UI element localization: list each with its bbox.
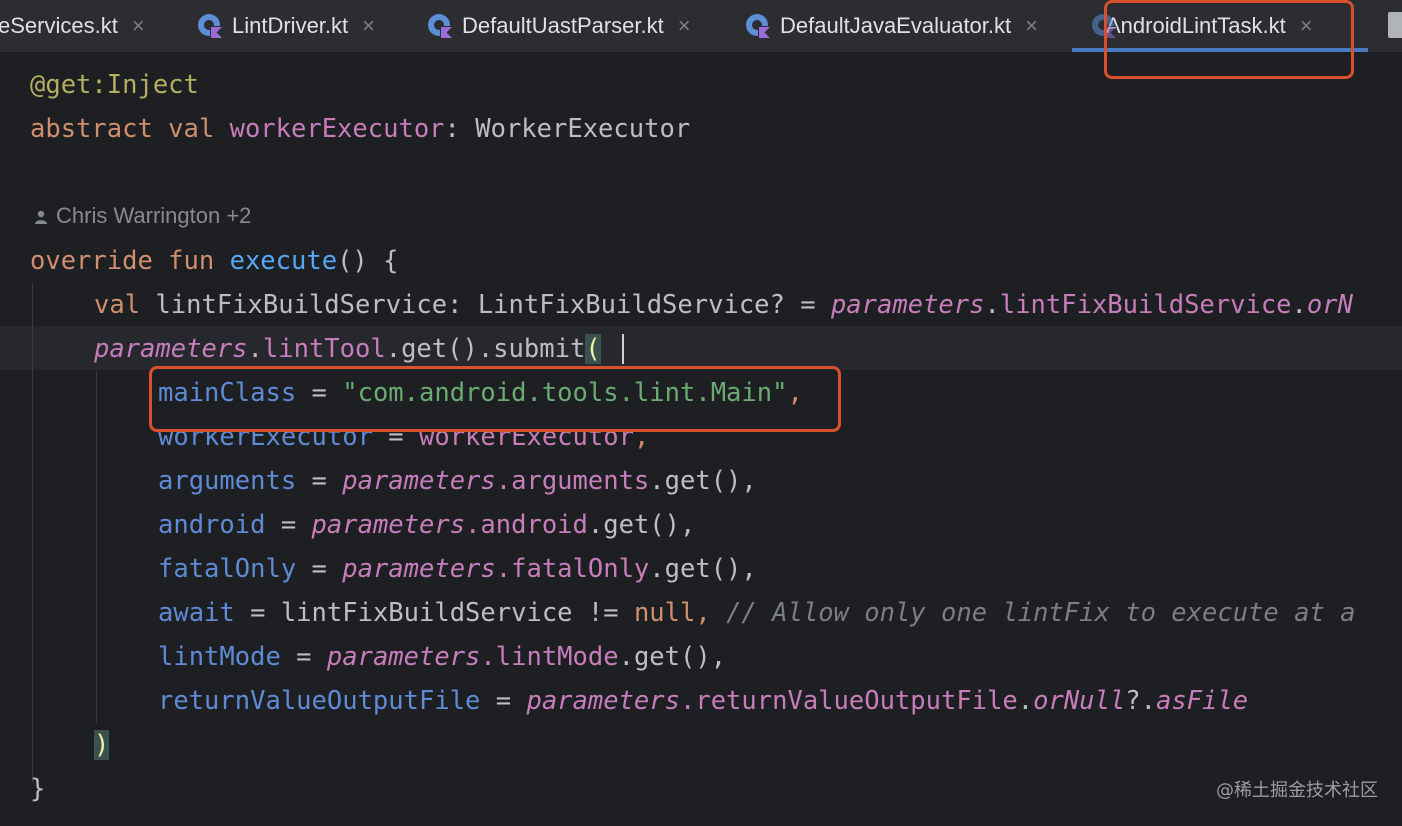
code-line-14: returnValueOutputFile = parameters.retur…	[158, 686, 1249, 716]
tab-label: DefaultUastParser.kt	[462, 13, 664, 38]
indent-guide	[96, 371, 97, 723]
person-icon	[34, 199, 48, 224]
tab-lintdriver[interactable]: LintDriver.kt ×	[196, 0, 375, 52]
tab-label: DefaultJavaEvaluator.kt	[780, 13, 1012, 38]
code-line-16: }	[30, 774, 46, 804]
tab-defaultjavaevaluator[interactable]: DefaultJavaEvaluator.kt ×	[744, 0, 1038, 52]
code-line-6: parameters.lintTool.get().submit(	[94, 334, 601, 364]
highlight-box-mainclass	[149, 366, 841, 432]
kotlin-file-icon	[744, 12, 772, 40]
kotlin-file-icon	[426, 12, 454, 40]
code-editor[interactable]: @get:Inject abstract val workerExecutor:…	[0, 53, 1402, 826]
indent-guide	[32, 283, 33, 783]
code-line-11: fatalOnly = parameters.fatalOnly.get(),	[158, 554, 757, 584]
code-line-13: lintMode = parameters.lintMode.get(),	[158, 642, 727, 672]
code-comment: // Allow only one lintFix to execute at …	[726, 598, 1356, 628]
kotlin-file-icon	[196, 12, 224, 40]
tab-label: eServices.kt	[0, 13, 118, 38]
code-line-10: android = parameters.android.get(),	[158, 510, 696, 540]
tab-label: LintDriver.kt	[232, 13, 349, 38]
code-line-12: await = lintFixBuildService != null, // …	[158, 598, 1356, 628]
close-icon[interactable]: ×	[362, 13, 375, 39]
code-author-hint[interactable]: Chris Warrington +2	[34, 198, 251, 234]
code-line-9: arguments = parameters.arguments.get(),	[158, 466, 757, 496]
code-line-4: override fun execute() {	[30, 246, 399, 276]
matched-bracket: )	[94, 730, 110, 760]
matched-bracket: (	[585, 334, 601, 364]
tab-eservices[interactable]: eServices.kt ×	[0, 0, 145, 52]
code-line-1: @get:Inject	[30, 70, 199, 100]
watermark: @稀土掘金技术社区	[1216, 780, 1378, 801]
code-line-5: val lintFixBuildService: LintFixBuildSer…	[94, 290, 1353, 320]
code-line-2: abstract val workerExecutor: WorkerExecu…	[30, 114, 691, 144]
text-cursor	[622, 334, 624, 364]
close-icon[interactable]: ×	[132, 13, 145, 39]
close-icon[interactable]: ×	[1025, 13, 1038, 39]
tab-defaultuastparser[interactable]: DefaultUastParser.kt ×	[426, 0, 691, 52]
tab-overflow-icon[interactable]	[1388, 12, 1402, 38]
author-name: Chris Warrington +2	[56, 203, 252, 228]
code-line-15: )	[94, 723, 110, 767]
close-icon[interactable]: ×	[678, 13, 691, 39]
